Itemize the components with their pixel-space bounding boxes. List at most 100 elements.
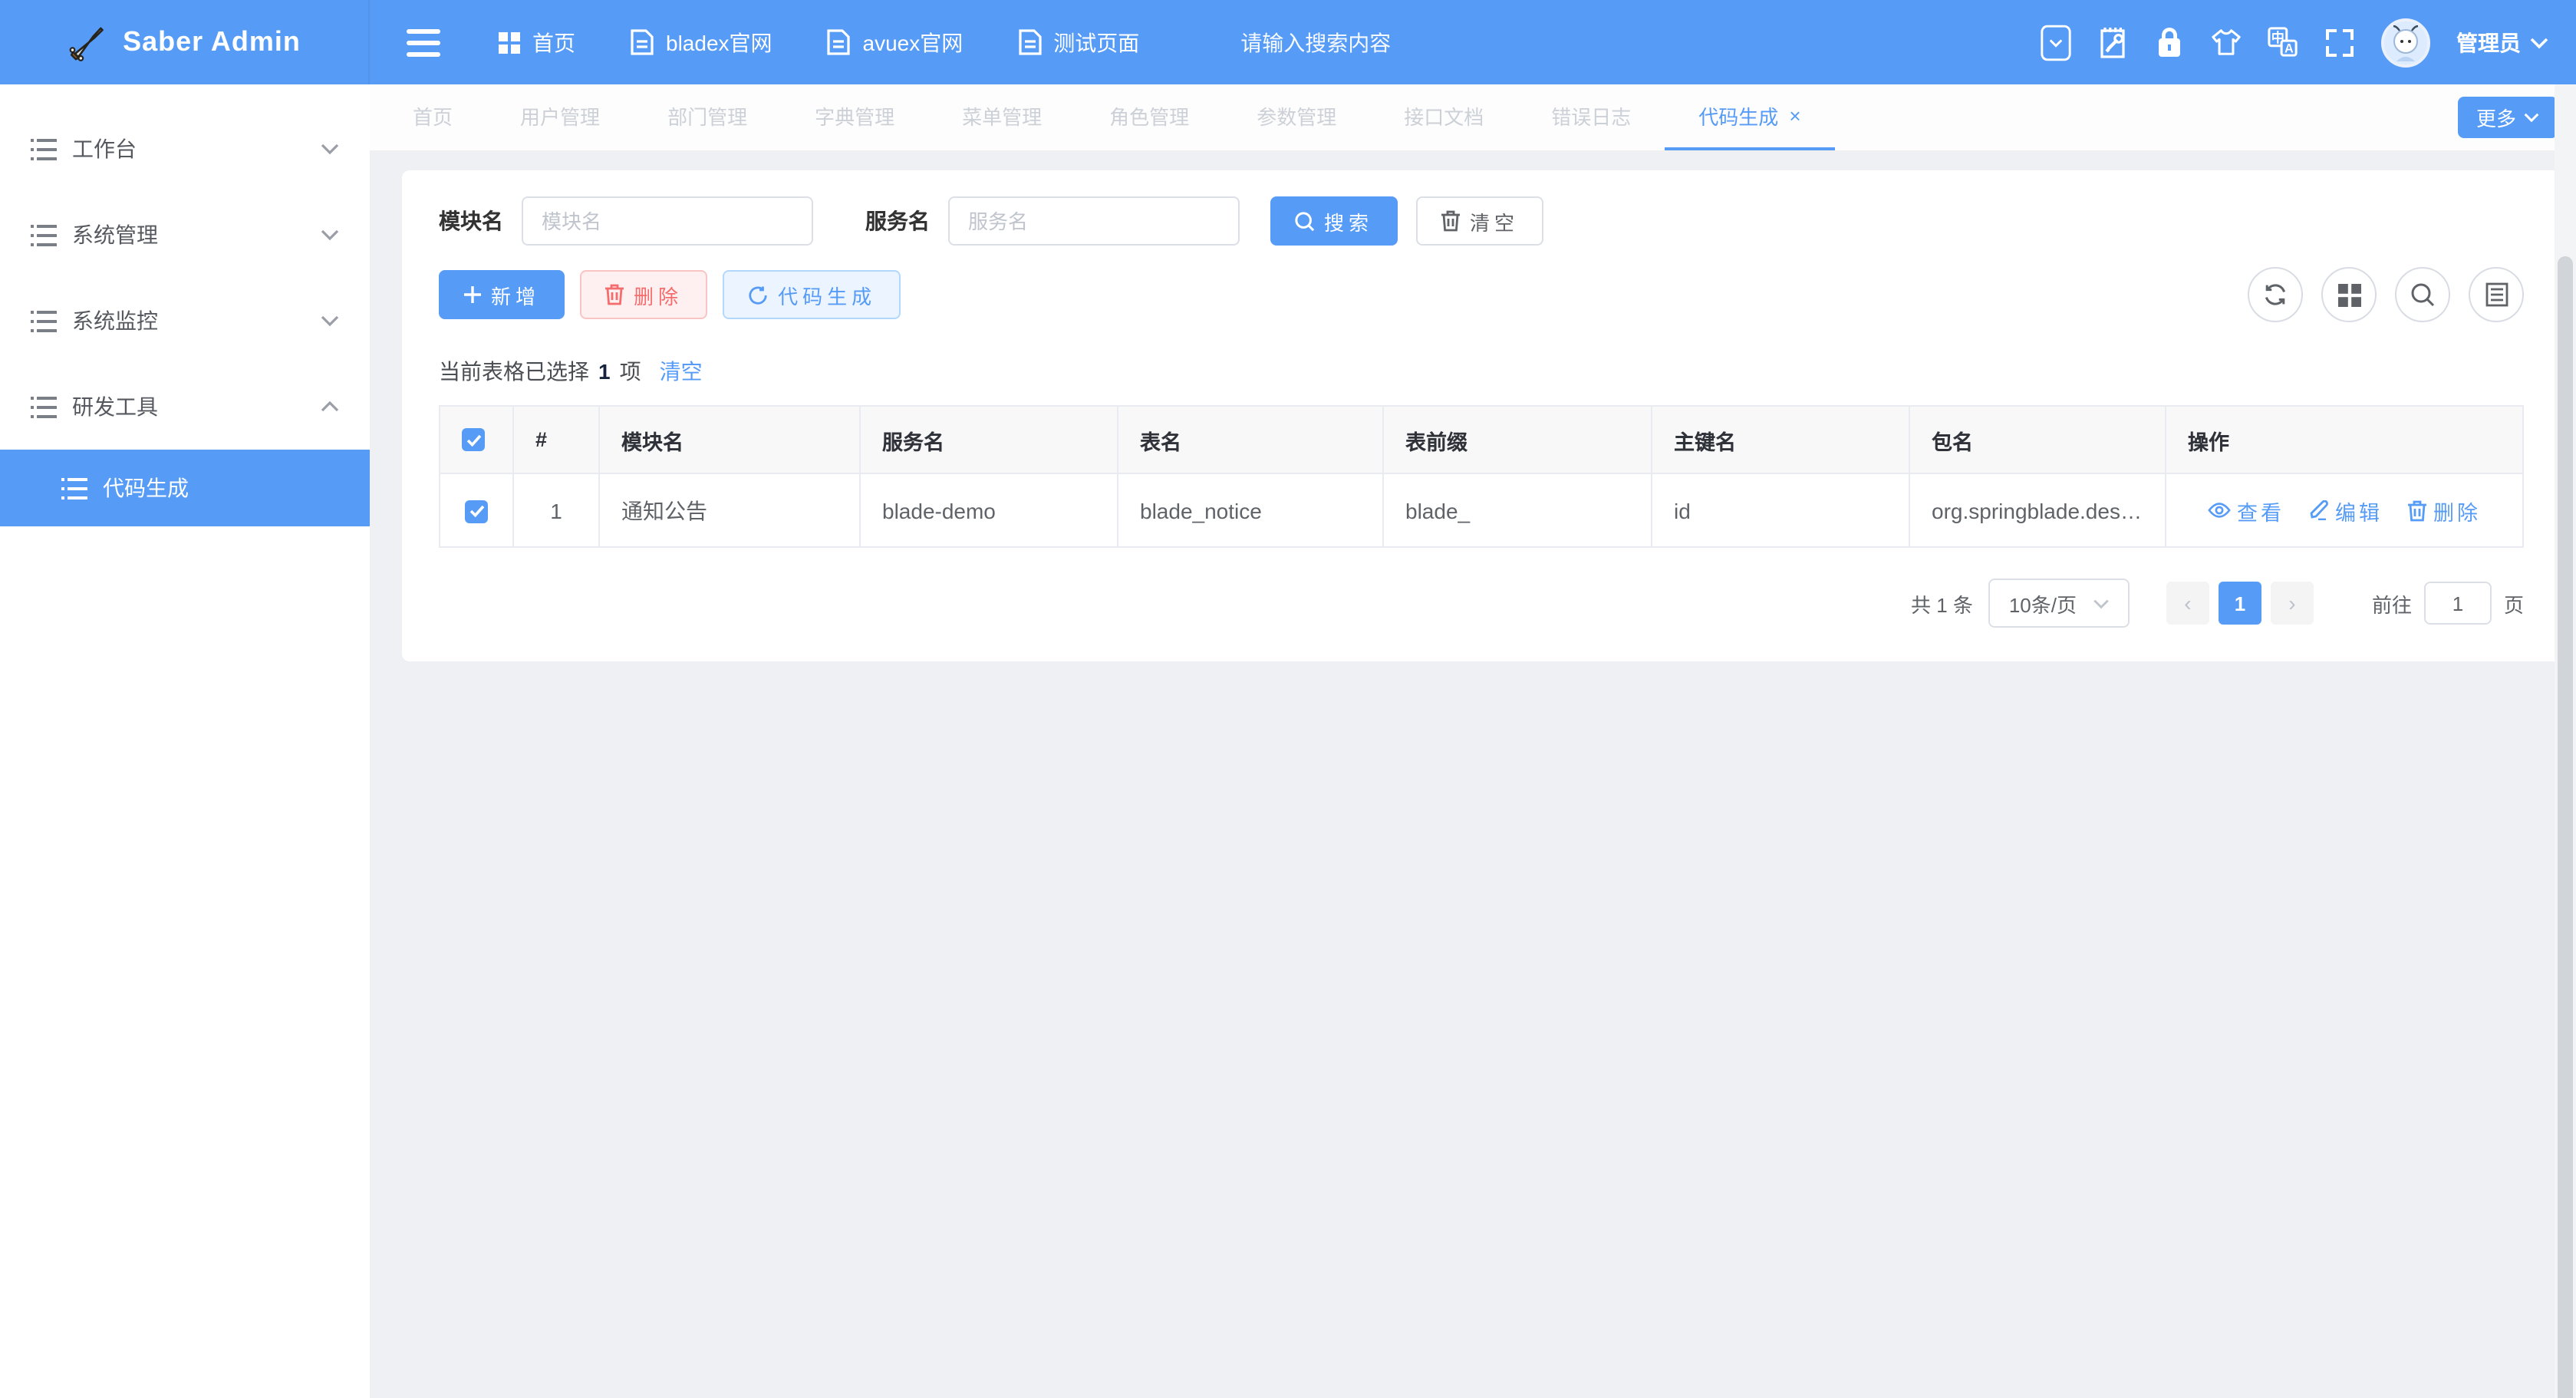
sidebar-item-dev-tools[interactable]: 研发工具 — [0, 364, 370, 450]
prev-page-button[interactable]: ‹ — [2166, 582, 2209, 625]
code-generate-button[interactable]: 代码生成 — [723, 270, 901, 319]
tab-label: 用户管理 — [520, 101, 600, 130]
search-button[interactable]: 搜索 — [1270, 196, 1398, 246]
tab-menu-management[interactable]: 菜单管理 — [928, 84, 1076, 150]
sidebar-collapse-icon[interactable] — [397, 16, 450, 68]
document-icon — [828, 29, 851, 55]
search-button-label: 搜索 — [1324, 206, 1373, 236]
tab-department-management[interactable]: 部门管理 — [634, 84, 781, 150]
document-icon — [631, 29, 654, 55]
fullscreen-icon[interactable] — [2324, 27, 2355, 58]
module-name-input[interactable] — [522, 196, 813, 246]
tab-error-log[interactable]: 错误日志 — [1517, 84, 1665, 150]
clear-selection-link[interactable]: 清空 — [660, 356, 703, 387]
top-header: Saber Admin 首页 — [0, 0, 2576, 84]
table-header-row: # 模块名 服务名 表名 表前缀 主键名 包名 操作 — [440, 406, 2523, 473]
select-all-checkbox[interactable] — [462, 429, 485, 452]
tab-user-management[interactable]: 用户管理 — [486, 84, 634, 150]
nav-item-testpage[interactable]: 测试页面 — [996, 0, 1161, 84]
scrollbar-thumb[interactable] — [2558, 256, 2573, 1398]
column-header-service[interactable]: 服务名 — [860, 406, 1118, 473]
search-toggle-icon[interactable] — [2395, 267, 2450, 322]
view-link[interactable]: 查看 — [2208, 495, 2284, 526]
nav-item-avuex[interactable]: avuex官网 — [806, 0, 985, 84]
sidebar-item-system-monitor[interactable]: 系统监控 — [0, 278, 370, 364]
tab-close-icon[interactable]: × — [1789, 106, 1800, 126]
add-button[interactable]: 新增 — [439, 270, 565, 319]
edit-link[interactable]: 编辑 — [2309, 495, 2383, 526]
document-icon — [1018, 29, 1041, 55]
tab-label: 接口文档 — [1404, 101, 1484, 130]
sword-logo-icon — [68, 22, 107, 62]
header-main: 首页 bladex官网 avuex官 — [370, 0, 2576, 84]
column-header-module[interactable]: 模块名 — [599, 406, 860, 473]
header-search-input[interactable]: 请输入搜索内容 — [1240, 27, 1486, 58]
list-icon — [61, 476, 87, 500]
scrollbar-track[interactable] — [2555, 84, 2576, 1398]
delete-link[interactable]: 删除 — [2407, 495, 2481, 526]
trash-icon — [604, 284, 624, 305]
refresh-table-icon[interactable] — [2248, 267, 2303, 322]
tab-label: 代码生成 — [1698, 101, 1778, 130]
page-content: 模块名 服务名 搜索 — [370, 152, 2576, 1398]
eye-icon — [2208, 502, 2231, 519]
page-size-select[interactable]: 10条/页 — [1988, 579, 2130, 628]
column-header-index[interactable]: # — [513, 406, 599, 473]
column-header-pk[interactable]: 主键名 — [1652, 406, 1909, 473]
code-generate-button-label: 代码生成 — [778, 280, 876, 309]
tab-code-generation[interactable]: 代码生成 × — [1665, 84, 1834, 150]
more-button[interactable]: 更多 — [2458, 97, 2558, 138]
data-table: # 模块名 服务名 表名 表前缀 主键名 包名 操作 — [439, 405, 2524, 548]
next-page-button[interactable]: › — [2271, 582, 2314, 625]
sidebar-item-workbench[interactable]: 工作台 — [0, 106, 370, 192]
svg-text:A: A — [2284, 42, 2294, 56]
column-settings-icon[interactable] — [2469, 267, 2524, 322]
clear-filter-button[interactable]: 清空 — [1416, 196, 1543, 246]
chevron-up-icon — [321, 401, 339, 413]
nav-item-label: 首页 — [532, 27, 575, 58]
column-header-prefix[interactable]: 表前缀 — [1383, 406, 1652, 473]
grid-icon — [499, 31, 520, 53]
filter-form: 模块名 服务名 搜索 — [439, 196, 2524, 246]
goto-page-input[interactable] — [2424, 582, 2492, 625]
lock-icon[interactable] — [2154, 27, 2185, 58]
cell-prefix: blade_ — [1383, 473, 1652, 547]
cell-service: blade-demo — [860, 473, 1118, 547]
pencil-icon — [2309, 500, 2329, 520]
table-tools — [2248, 267, 2524, 322]
service-name-input[interactable] — [948, 196, 1240, 246]
delete-button[interactable]: 删除 — [580, 270, 707, 319]
language-icon[interactable]: 中 A — [2268, 27, 2298, 58]
nav-item-bladex[interactable]: bladex官网 — [609, 0, 794, 84]
page-number-1[interactable]: 1 — [2219, 582, 2261, 625]
tab-dictionary-management[interactable]: 字典管理 — [781, 84, 928, 150]
app-logo[interactable]: Saber Admin — [0, 0, 370, 84]
sidebar-item-system-management[interactable]: 系统管理 — [0, 192, 370, 278]
nav-item-label: bladex官网 — [666, 27, 772, 58]
pagination-total: 共 1 条 — [1911, 589, 1973, 618]
tab-api-docs[interactable]: 接口文档 — [1370, 84, 1517, 150]
nav-item-home[interactable]: 首页 — [477, 0, 597, 84]
tab-label: 参数管理 — [1257, 101, 1336, 130]
row-checkbox[interactable] — [465, 500, 488, 523]
row-actions: 查看 编辑 — [2188, 495, 2501, 526]
user-avatar[interactable] — [2381, 18, 2430, 67]
layout-select-icon[interactable] — [2041, 27, 2071, 58]
tab-home[interactable]: 首页 — [379, 84, 486, 150]
sidebar-item-code-generation[interactable]: 代码生成 — [0, 450, 370, 526]
grid-view-icon[interactable] — [2321, 267, 2377, 322]
sidebar-item-label: 工作台 — [72, 134, 321, 164]
theme-icon[interactable] — [2211, 27, 2242, 58]
table-row[interactable]: 1 通知公告 blade-demo blade_notice blade_ id… — [440, 473, 2523, 547]
column-header-table[interactable]: 表名 — [1118, 406, 1383, 473]
tab-param-management[interactable]: 参数管理 — [1223, 84, 1370, 150]
app-title: Saber Admin — [123, 26, 301, 58]
goto-page: 前往 页 — [2372, 582, 2524, 625]
trash-icon — [1441, 210, 1461, 232]
debug-tool-icon[interactable] — [2097, 27, 2128, 58]
column-header-package[interactable]: 包名 — [1909, 406, 2166, 473]
column-header-actions: 操作 — [2166, 406, 2523, 473]
user-menu[interactable]: 管理员 — [2456, 27, 2548, 58]
more-button-label: 更多 — [2476, 103, 2516, 132]
tab-role-management[interactable]: 角色管理 — [1076, 84, 1223, 150]
